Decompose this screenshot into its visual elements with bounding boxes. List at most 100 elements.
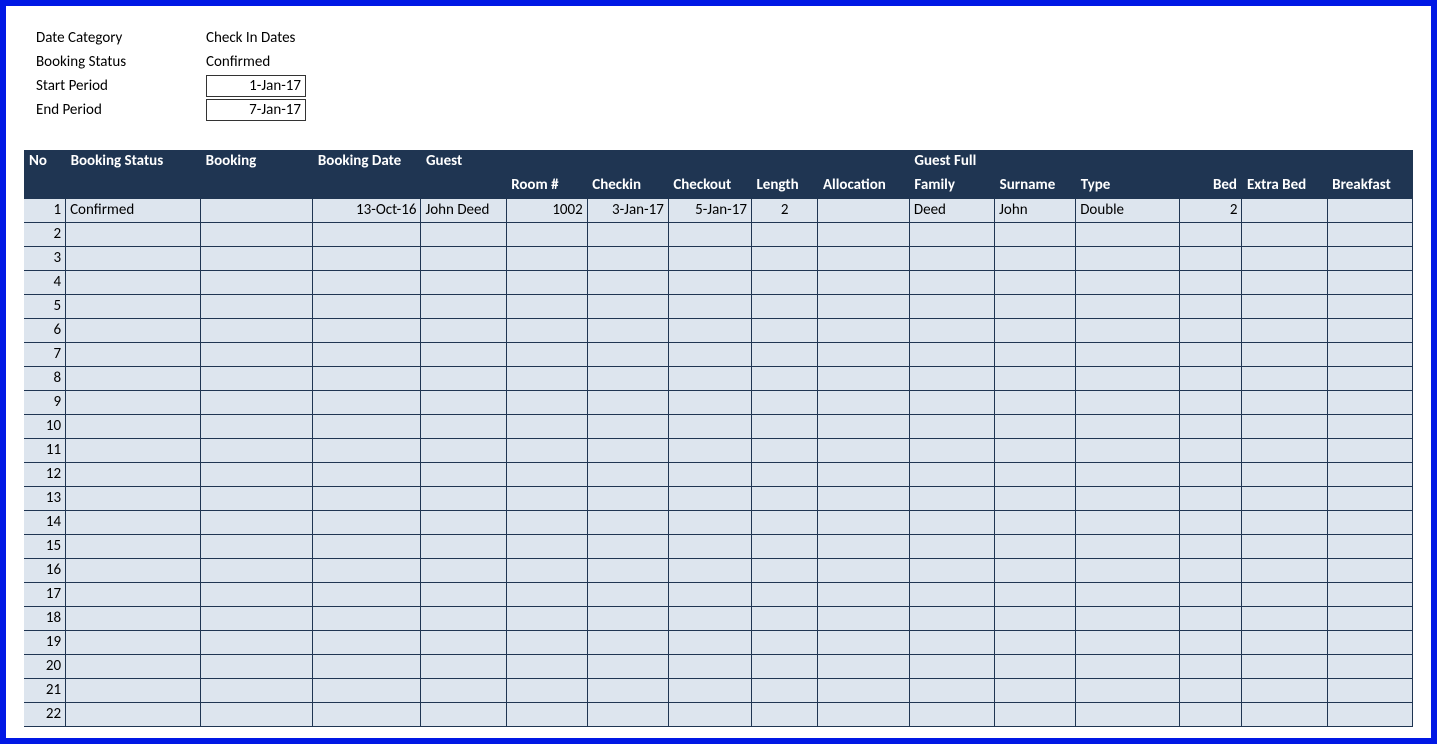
cell-checkout[interactable] bbox=[668, 342, 751, 366]
table-row[interactable]: 21 bbox=[24, 678, 1413, 702]
cell-surname[interactable] bbox=[995, 318, 1076, 342]
cell-extra-bed[interactable] bbox=[1242, 270, 1327, 294]
cell-breakfast[interactable] bbox=[1327, 342, 1412, 366]
cell-surname[interactable] bbox=[995, 510, 1076, 534]
cell-guest[interactable] bbox=[421, 222, 506, 246]
cell-type[interactable] bbox=[1076, 606, 1180, 630]
cell-no[interactable]: 5 bbox=[24, 294, 66, 318]
cell-extra-bed[interactable] bbox=[1242, 630, 1327, 654]
cell-length[interactable] bbox=[751, 246, 818, 270]
cell-surname[interactable] bbox=[995, 630, 1076, 654]
cell-booking-status[interactable] bbox=[66, 222, 201, 246]
cell-booking[interactable] bbox=[201, 534, 313, 558]
cell-room[interactable] bbox=[506, 630, 587, 654]
cell-allocation[interactable] bbox=[818, 702, 909, 726]
cell-booking-date[interactable]: 13-Oct-16 bbox=[313, 198, 421, 222]
cell-booking[interactable] bbox=[201, 366, 313, 390]
cell-checkout[interactable] bbox=[668, 510, 751, 534]
cell-family[interactable] bbox=[909, 462, 994, 486]
cell-booking-status[interactable] bbox=[66, 486, 201, 510]
cell-allocation[interactable] bbox=[818, 534, 909, 558]
cell-booking-date[interactable] bbox=[313, 318, 421, 342]
cell-length[interactable] bbox=[751, 558, 818, 582]
cell-booking-date[interactable] bbox=[313, 702, 421, 726]
cell-room[interactable] bbox=[506, 702, 587, 726]
cell-bed[interactable] bbox=[1180, 630, 1242, 654]
cell-room[interactable] bbox=[506, 342, 587, 366]
cell-no[interactable]: 11 bbox=[24, 438, 66, 462]
cell-guest[interactable] bbox=[421, 534, 506, 558]
cell-bed[interactable] bbox=[1180, 438, 1242, 462]
table-row[interactable]: 15 bbox=[24, 534, 1413, 558]
cell-type[interactable] bbox=[1076, 438, 1180, 462]
cell-allocation[interactable] bbox=[818, 366, 909, 390]
cell-extra-bed[interactable] bbox=[1242, 294, 1327, 318]
cell-type[interactable] bbox=[1076, 366, 1180, 390]
cell-guest[interactable] bbox=[421, 318, 506, 342]
cell-checkout[interactable] bbox=[668, 582, 751, 606]
cell-allocation[interactable] bbox=[818, 342, 909, 366]
cell-checkout[interactable] bbox=[668, 318, 751, 342]
cell-allocation[interactable] bbox=[818, 390, 909, 414]
cell-allocation[interactable] bbox=[818, 222, 909, 246]
table-row[interactable]: 19 bbox=[24, 630, 1413, 654]
cell-family[interactable] bbox=[909, 558, 994, 582]
cell-breakfast[interactable] bbox=[1327, 222, 1412, 246]
cell-type[interactable] bbox=[1076, 246, 1180, 270]
cell-no[interactable]: 19 bbox=[24, 630, 66, 654]
cell-checkout[interactable] bbox=[668, 630, 751, 654]
cell-bed[interactable] bbox=[1180, 342, 1242, 366]
cell-checkin[interactable] bbox=[587, 390, 668, 414]
cell-checkout[interactable] bbox=[668, 246, 751, 270]
cell-extra-bed[interactable] bbox=[1242, 678, 1327, 702]
cell-allocation[interactable] bbox=[818, 558, 909, 582]
filter-value-date-category[interactable]: Check In Dates bbox=[206, 29, 306, 47]
table-row[interactable]: 4 bbox=[24, 270, 1413, 294]
cell-family[interactable] bbox=[909, 654, 994, 678]
cell-checkin[interactable]: 3-Jan-17 bbox=[587, 198, 668, 222]
cell-room[interactable] bbox=[506, 366, 587, 390]
cell-type[interactable]: Double bbox=[1076, 198, 1180, 222]
cell-booking-date[interactable] bbox=[313, 366, 421, 390]
cell-booking-date[interactable] bbox=[313, 342, 421, 366]
cell-surname[interactable] bbox=[995, 702, 1076, 726]
cell-booking-status[interactable] bbox=[66, 438, 201, 462]
cell-booking-date[interactable] bbox=[313, 270, 421, 294]
cell-extra-bed[interactable] bbox=[1242, 246, 1327, 270]
cell-booking[interactable] bbox=[201, 294, 313, 318]
cell-booking[interactable] bbox=[201, 390, 313, 414]
cell-surname[interactable] bbox=[995, 366, 1076, 390]
cell-booking[interactable] bbox=[201, 438, 313, 462]
cell-booking[interactable] bbox=[201, 486, 313, 510]
cell-family[interactable] bbox=[909, 534, 994, 558]
cell-type[interactable] bbox=[1076, 270, 1180, 294]
cell-booking-status[interactable] bbox=[66, 318, 201, 342]
cell-guest[interactable] bbox=[421, 438, 506, 462]
cell-type[interactable] bbox=[1076, 462, 1180, 486]
table-row[interactable]: 2 bbox=[24, 222, 1413, 246]
table-row[interactable]: 1Confirmed13-Oct-16John Deed10023-Jan-17… bbox=[24, 198, 1413, 222]
cell-room[interactable] bbox=[506, 534, 587, 558]
cell-no[interactable]: 15 bbox=[24, 534, 66, 558]
cell-allocation[interactable] bbox=[818, 462, 909, 486]
cell-booking-status[interactable] bbox=[66, 534, 201, 558]
cell-surname[interactable] bbox=[995, 654, 1076, 678]
cell-allocation[interactable] bbox=[818, 294, 909, 318]
table-row[interactable]: 22 bbox=[24, 702, 1413, 726]
cell-extra-bed[interactable] bbox=[1242, 222, 1327, 246]
cell-breakfast[interactable] bbox=[1327, 390, 1412, 414]
cell-booking-date[interactable] bbox=[313, 630, 421, 654]
cell-surname[interactable] bbox=[995, 294, 1076, 318]
cell-bed[interactable] bbox=[1180, 318, 1242, 342]
cell-booking[interactable] bbox=[201, 270, 313, 294]
cell-checkout[interactable] bbox=[668, 702, 751, 726]
table-row[interactable]: 11 bbox=[24, 438, 1413, 462]
cell-booking[interactable] bbox=[201, 558, 313, 582]
cell-guest[interactable] bbox=[421, 294, 506, 318]
cell-type[interactable] bbox=[1076, 558, 1180, 582]
cell-bed[interactable] bbox=[1180, 582, 1242, 606]
cell-booking-status[interactable] bbox=[66, 414, 201, 438]
cell-booking-status[interactable] bbox=[66, 270, 201, 294]
cell-checkin[interactable] bbox=[587, 462, 668, 486]
cell-allocation[interactable] bbox=[818, 438, 909, 462]
